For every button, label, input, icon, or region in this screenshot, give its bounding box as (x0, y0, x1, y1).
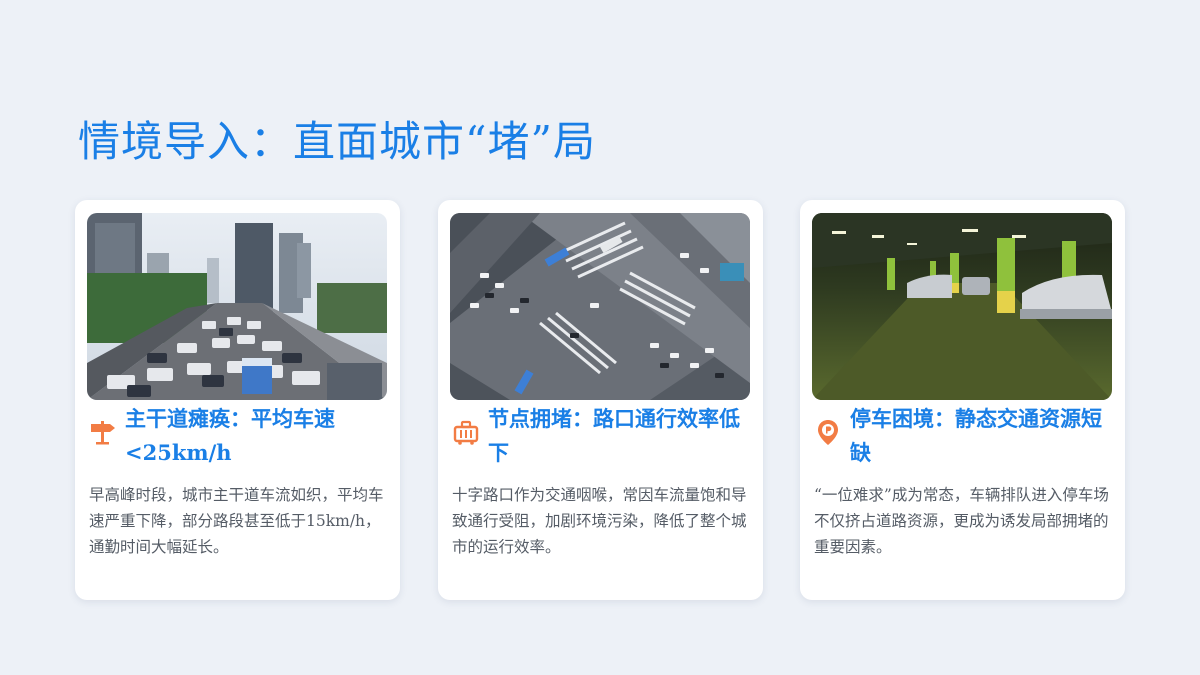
card-description: 早高峰时段，城市主干道车流如织，平均车速严重下降，部分路段甚至低于15km/h，… (89, 486, 384, 556)
page-title: 情境导入：直面城市“堵”局 (78, 117, 596, 166)
parking-garage-photo (812, 213, 1112, 400)
signpost-icon (89, 418, 117, 446)
card-arterial-congestion: 主干道瘫痪：平均车速<25km/h 早高峰时段，城市主干道车流如织，平均车速严重… (75, 200, 400, 600)
card-description: 十字路口作为交通咽喉，常因车流量饱和导致通行受阻，加剧环境污染，降低了整个城市的… (452, 486, 747, 556)
traffic-jam-photo (87, 213, 387, 400)
card-title: 停车困境：静态交通资源短缺 (850, 406, 1102, 465)
card-description: “一位难求”成为常态，车辆排队进入停车场不仅挤占道路资源，更成为诱发局部拥堵的重… (814, 486, 1109, 556)
map-pin-parking-icon (814, 418, 842, 446)
card-title: 节点拥堵：路口通行效率低下 (488, 406, 740, 465)
card-title: 主干道瘫痪：平均车速<25km/h (125, 406, 335, 465)
intersection-aerial-photo (450, 213, 750, 400)
card-intersection-congestion: 节点拥堵：路口通行效率低下 十字路口作为交通咽喉，常因车流量饱和导致通行受阻，加… (438, 200, 763, 600)
card-parking-shortage: 停车困境：静态交通资源短缺 “一位难求”成为常态，车辆排队进入停车场不仅挤占道路… (800, 200, 1125, 600)
slide: 情境导入：直面城市“堵”局 主干道瘫痪：平均车速<25km/h 早高峰时段，城市… (0, 0, 1200, 675)
luggage-icon (452, 418, 480, 446)
